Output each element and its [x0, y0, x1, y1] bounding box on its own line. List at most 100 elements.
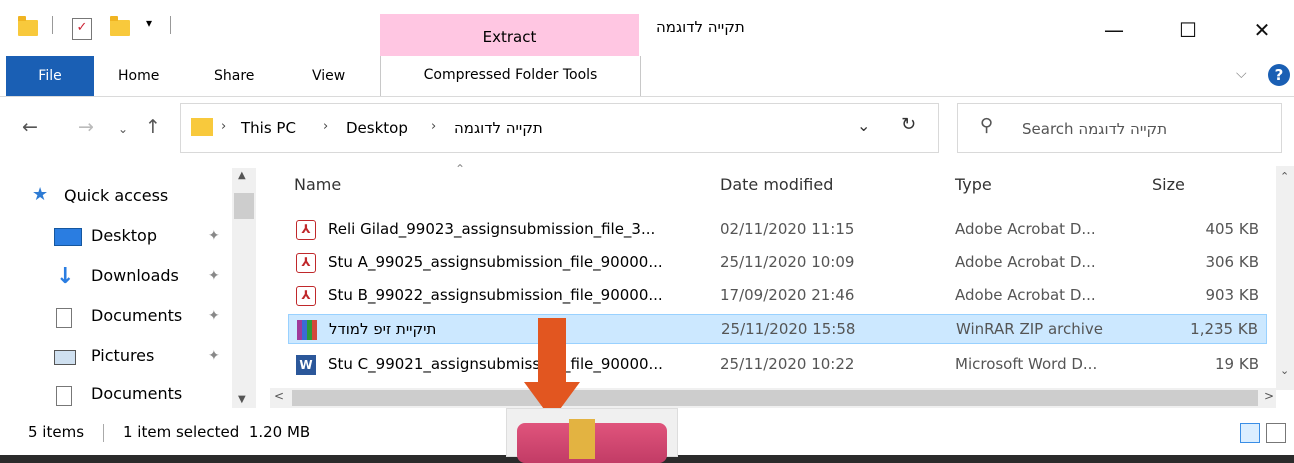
- extract-tab[interactable]: Extract: [380, 14, 639, 56]
- quick-access-dropdown-icon[interactable]: ▾: [146, 16, 152, 30]
- search-box[interactable]: ⚲ Search תקייה לדוגמה: [957, 103, 1282, 153]
- folder-icon[interactable]: [18, 16, 38, 36]
- nav-item-label: Documents: [91, 384, 183, 403]
- new-folder-icon[interactable]: [110, 16, 130, 36]
- nav-item-label: Desktop: [91, 226, 157, 245]
- documents-icon: [56, 386, 72, 406]
- sort-ascending-icon: ⌃: [455, 162, 466, 176]
- address-dropdown-chevron-icon[interactable]: ⌄: [857, 116, 870, 135]
- separator: [170, 16, 171, 34]
- tab-view[interactable]: View: [312, 68, 345, 84]
- file-date: 25/11/2020 15:58: [721, 320, 856, 338]
- back-arrow-icon[interactable]: ←: [22, 116, 38, 138]
- nav-scrollbar-thumb[interactable]: [234, 193, 254, 219]
- breadcrumb-this-pc[interactable]: This PC: [241, 119, 296, 137]
- file-size: 306 KB: [1205, 253, 1259, 271]
- file-name: Reli Gilad_99023_assignsubmission_file_3…: [328, 220, 656, 238]
- pin-icon[interactable]: ✦: [208, 268, 220, 284]
- breadcrumb-separator[interactable]: ›: [323, 119, 328, 134]
- documents-icon: [56, 308, 72, 328]
- file-name: Stu A_99025_assignsubmission_file_90000.…: [328, 253, 663, 271]
- properties-icon[interactable]: ✓: [72, 18, 92, 40]
- refresh-icon[interactable]: ↻: [901, 114, 916, 135]
- scroll-left-arrow-icon[interactable]: <: [274, 389, 284, 403]
- file-row[interactable]: ⅄ Stu A_99025_assignsubmission_file_9000…: [288, 248, 1267, 278]
- file-size: 19 KB: [1215, 355, 1259, 373]
- separator: [52, 16, 53, 34]
- word-doc-icon: W: [296, 355, 316, 375]
- tab-file[interactable]: File: [6, 56, 94, 96]
- navigation-pane: ★ Quick access Desktop ✦ ↓ Downloads ✦ D…: [0, 160, 270, 410]
- file-type: WinRAR ZIP archive: [956, 320, 1104, 338]
- close-button[interactable]: ✕: [1240, 14, 1284, 46]
- file-row[interactable]: ⅄ Stu B_99022_assignsubmission_file_9000…: [288, 281, 1267, 311]
- file-date: 02/11/2020 11:15: [720, 220, 855, 238]
- nav-item-label: Downloads: [91, 266, 179, 285]
- forward-arrow-icon[interactable]: →: [78, 116, 94, 138]
- breadcrumb-separator[interactable]: ›: [431, 119, 436, 134]
- search-icon: ⚲: [980, 115, 994, 136]
- scroll-up-arrow-icon[interactable]: ▲: [238, 170, 246, 181]
- separator: [103, 424, 104, 442]
- file-date: 17/09/2020 21:46: [720, 286, 855, 304]
- tab-share[interactable]: Share: [214, 68, 254, 84]
- tab-compressed-folder-tools[interactable]: Compressed Folder Tools: [380, 56, 641, 96]
- maximize-button[interactable]: ☐: [1166, 14, 1210, 46]
- recent-locations-chevron-icon[interactable]: ⌄: [118, 122, 128, 136]
- search-placeholder: Search תקייה לדוגמה: [1022, 120, 1168, 138]
- file-type: Adobe Acrobat D...: [955, 253, 1096, 271]
- extract-tab-label: Extract: [482, 28, 537, 46]
- horizontal-scrollbar-thumb[interactable]: [292, 390, 1258, 406]
- up-arrow-icon[interactable]: ↑: [145, 116, 161, 138]
- download-arrow-icon: ↓: [56, 264, 75, 289]
- pdf-icon: ⅄: [296, 286, 316, 306]
- pictures-icon: [54, 350, 76, 365]
- pin-icon[interactable]: ✦: [208, 308, 220, 324]
- scroll-down-arrow-icon[interactable]: ⌄: [1280, 364, 1289, 377]
- column-header-name[interactable]: Name: [294, 175, 341, 194]
- column-header-type[interactable]: Type: [955, 175, 992, 194]
- pdf-icon: ⅄: [296, 253, 316, 273]
- down-arrow-icon: [524, 318, 580, 420]
- folder-icon: [191, 118, 213, 136]
- file-row[interactable]: ⅄ Reli Gilad_99023_assignsubmission_file…: [288, 215, 1267, 245]
- title-bar: ✓ ▾ Extract תקייה לדוגמה — ☐ ✕: [0, 0, 1294, 56]
- nav-item-label: Documents: [91, 306, 183, 325]
- item-count: 5 items: [28, 423, 85, 441]
- tab-home[interactable]: Home: [118, 68, 159, 84]
- tab-compressed-folder-tools-label: Compressed Folder Tools: [423, 67, 598, 83]
- details-view-icon[interactable]: [1240, 423, 1260, 443]
- minimize-button[interactable]: —: [1092, 14, 1136, 46]
- file-name: Stu C_99021_assignsubmission_file_90000.…: [328, 355, 663, 373]
- file-type: Adobe Acrobat D...: [955, 220, 1096, 238]
- file-size: 1,235 KB: [1190, 320, 1258, 338]
- address-bar[interactable]: › This PC › Desktop › תקייה לדוגמה ⌄ ↻: [180, 103, 939, 153]
- archive-strap: [569, 419, 595, 459]
- drag-preview: [506, 408, 678, 463]
- file-list-vertical-scrollbar[interactable]: [1276, 166, 1294, 390]
- column-header-size[interactable]: Size: [1152, 175, 1185, 194]
- file-date: 25/11/2020 10:22: [720, 355, 855, 373]
- help-icon[interactable]: ?: [1268, 64, 1290, 86]
- pdf-icon: ⅄: [296, 220, 316, 240]
- pin-icon[interactable]: ✦: [208, 348, 220, 364]
- file-row-selected[interactable]: תיקיית זיפ למודל 25/11/2020 15:58 WinRAR…: [288, 314, 1267, 344]
- scroll-up-arrow-icon[interactable]: ⌃: [1280, 170, 1289, 183]
- large-icons-view-icon[interactable]: [1266, 423, 1286, 443]
- window-title: תקייה לדוגמה: [656, 18, 745, 36]
- breadcrumb-current-folder[interactable]: תקייה לדוגמה: [454, 119, 543, 137]
- file-row[interactable]: W Stu C_99021_assignsubmission_file_9000…: [288, 350, 1267, 380]
- ribbon-tabs: File Home Share View Compressed Folder T…: [0, 56, 1294, 97]
- pin-icon[interactable]: ✦: [208, 228, 220, 244]
- breadcrumb-separator[interactable]: ›: [221, 119, 226, 134]
- column-header-date-modified[interactable]: Date modified: [720, 175, 833, 194]
- scroll-down-arrow-icon[interactable]: ▼: [238, 394, 246, 405]
- file-explorer-window: ✓ ▾ Extract תקייה לדוגמה — ☐ ✕ File Home…: [0, 0, 1294, 455]
- file-size: 903 KB: [1205, 286, 1259, 304]
- breadcrumb-desktop[interactable]: Desktop: [346, 119, 408, 137]
- file-name: תיקיית זיפ למודל: [329, 320, 437, 338]
- nav-item-label: Pictures: [91, 346, 155, 365]
- expand-ribbon-chevron-icon[interactable]: ⌵: [1236, 66, 1247, 82]
- star-icon: ★: [32, 184, 49, 205]
- scroll-right-arrow-icon[interactable]: >: [1264, 389, 1274, 403]
